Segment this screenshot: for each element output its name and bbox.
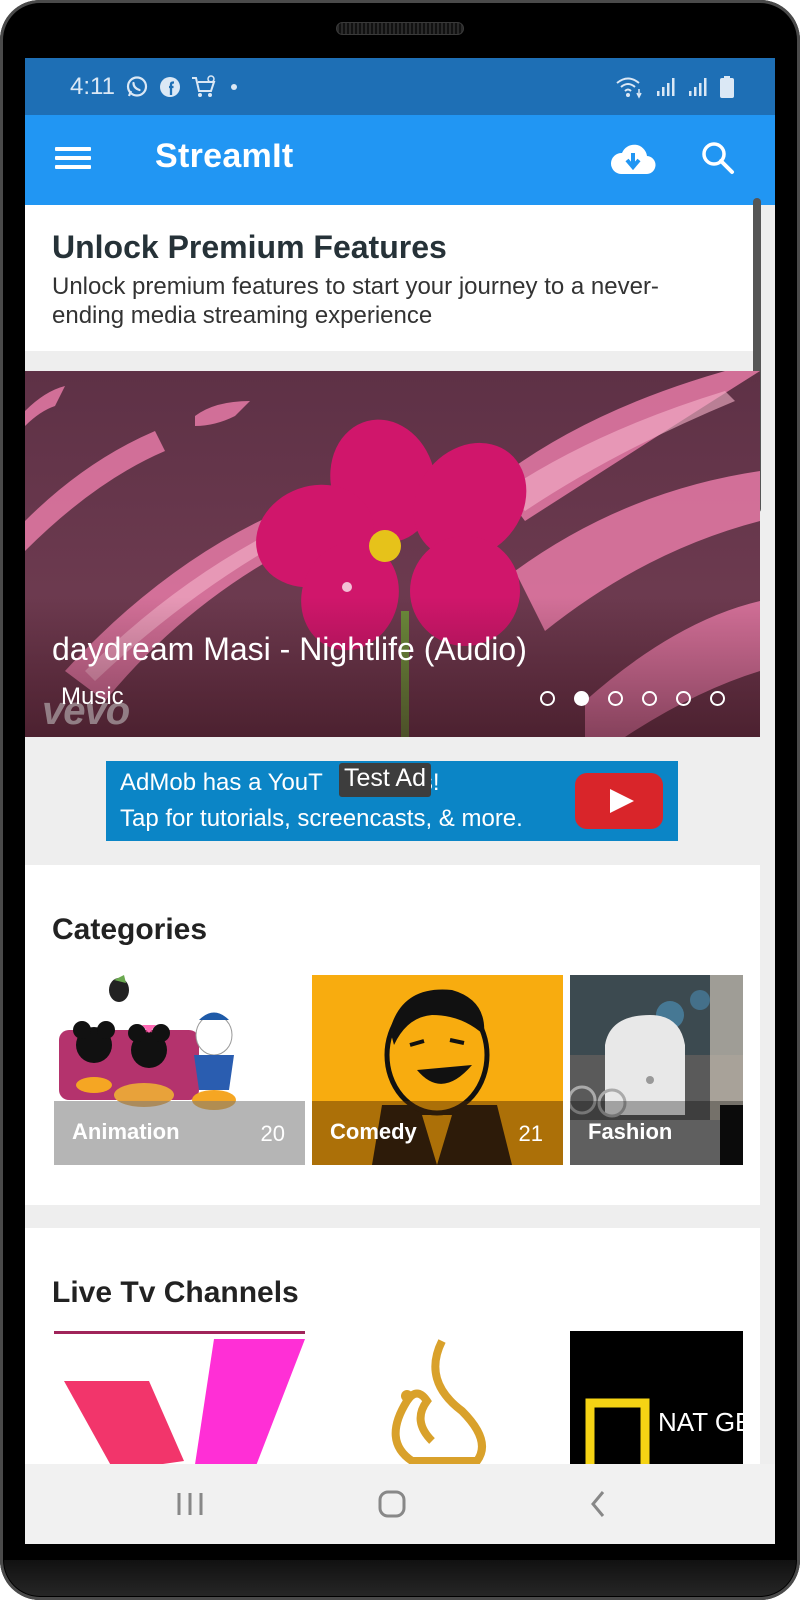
category-item-animation[interactable]: Animation 20 xyxy=(54,975,305,1165)
phone-speaker xyxy=(336,22,464,35)
category-item-comedy[interactable]: Comedy 21 xyxy=(312,975,563,1165)
navigation-bar xyxy=(25,1464,775,1544)
whatsapp-icon xyxy=(125,75,149,99)
slider-dot[interactable] xyxy=(710,691,725,706)
slider-dot[interactable] xyxy=(574,691,589,706)
facebook-icon xyxy=(159,76,181,98)
slider-dot[interactable] xyxy=(540,691,555,706)
ad-text-start: AdMob has a YouT xyxy=(120,769,323,796)
ad-line2: Tap for tutorials, screencasts, & more. xyxy=(120,805,523,832)
wifi-icon xyxy=(615,75,645,99)
slider-dot[interactable] xyxy=(642,691,657,706)
status-bar: 4:11 xyxy=(25,58,775,115)
search-icon xyxy=(702,142,734,174)
menu-icon xyxy=(55,147,91,169)
ad-area: AdMob has a YouTs! Tap for tutorials, sc… xyxy=(25,737,775,865)
phone-frame: 4:11 StreamIt Unlock Premium Features Un… xyxy=(0,0,800,1600)
shopping-cart-icon xyxy=(191,74,217,99)
live-tv-title: Live Tv Channels xyxy=(52,1276,299,1309)
category-count: 20 xyxy=(260,1121,285,1146)
categories-list[interactable]: Animation 20 Comedy 21 Fashion xyxy=(54,975,760,1165)
category-label: Animation xyxy=(72,1119,180,1144)
youtube-play-icon xyxy=(575,773,663,829)
svg-text:NAT GE: NAT GE xyxy=(658,1407,743,1437)
cloud-download-icon xyxy=(610,144,656,175)
premium-title: Unlock Premium Features xyxy=(52,229,447,265)
category-item-fashion[interactable]: Fashion xyxy=(570,975,743,1165)
download-button[interactable] xyxy=(610,140,656,180)
notification-dot-icon xyxy=(227,80,241,94)
app-title: StreamIt xyxy=(155,137,294,175)
signal-icon xyxy=(655,76,677,98)
search-button[interactable] xyxy=(698,139,738,179)
battery-icon xyxy=(719,75,735,99)
phone-chin xyxy=(4,1560,796,1596)
back-button[interactable] xyxy=(578,1486,618,1522)
slider-dot[interactable] xyxy=(608,691,623,706)
recents-button[interactable] xyxy=(170,1486,210,1522)
featured-slider[interactable]: vevo daydream Masi - Nightlife (Audio) M… xyxy=(25,371,760,737)
category-label: Comedy xyxy=(330,1119,417,1144)
app-bar: StreamIt xyxy=(25,115,775,205)
signal-icon xyxy=(687,76,709,98)
slider-pagination xyxy=(540,691,725,706)
slider-dot[interactable] xyxy=(676,691,691,706)
category-label: Fashion xyxy=(588,1119,673,1144)
recents-icon xyxy=(177,1493,203,1515)
back-icon xyxy=(591,1491,605,1517)
ad-banner[interactable]: AdMob has a YouTs! Tap for tutorials, sc… xyxy=(106,761,678,841)
test-ad-badge: Test Ad xyxy=(339,763,431,797)
home-button[interactable] xyxy=(372,1486,412,1522)
categories-card: Categories Animation 20 Comedy 21 Fashio… xyxy=(25,865,760,1205)
menu-button[interactable] xyxy=(55,143,91,177)
categories-title: Categories xyxy=(52,913,208,946)
status-time: 4:11 xyxy=(70,72,115,100)
screen: 4:11 StreamIt Unlock Premium Features Un… xyxy=(25,58,775,1544)
home-icon xyxy=(378,1490,406,1518)
category-count: 21 xyxy=(518,1121,543,1146)
slide-category: Music xyxy=(61,683,124,710)
slide-title: daydream Masi - Nightlife (Audio) xyxy=(52,631,527,667)
premium-description: Unlock premium features to start your jo… xyxy=(52,273,659,329)
premium-card[interactable]: Unlock Premium Features Unlock premium f… xyxy=(25,205,753,351)
